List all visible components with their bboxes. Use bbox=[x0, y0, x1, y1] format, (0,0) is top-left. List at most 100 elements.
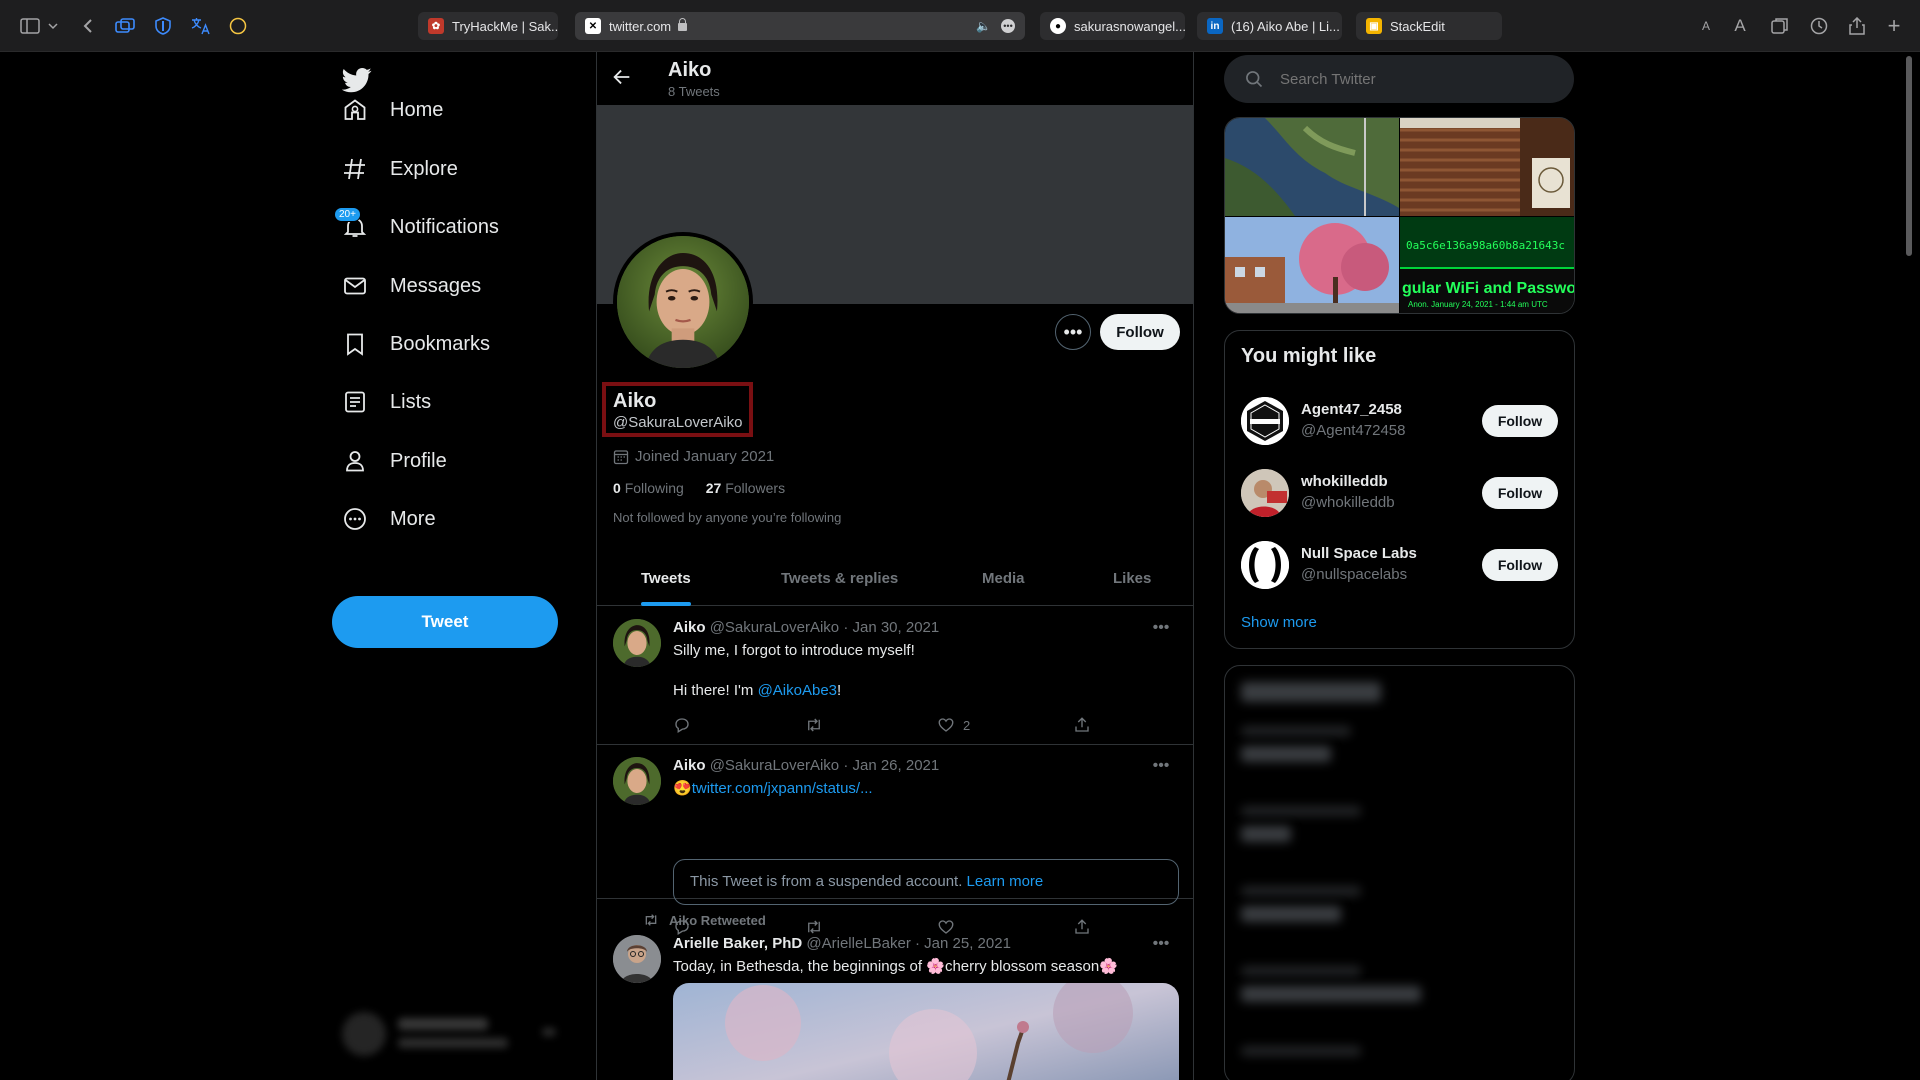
search-input[interactable] bbox=[1224, 55, 1574, 103]
suggestion-avatar[interactable] bbox=[1241, 469, 1289, 517]
more-options-icon[interactable]: ••• bbox=[1001, 19, 1015, 33]
tweet-date[interactable]: · Jan 26, 2021 bbox=[843, 757, 939, 774]
tweet-item[interactable]: Aiko @SakuraLoverAiko · Jan 30, 2021 •••… bbox=[597, 607, 1193, 745]
suggestion-name[interactable]: Null Space Labs bbox=[1301, 545, 1417, 562]
followers-count: 27 bbox=[705, 480, 722, 496]
media-photo-grid[interactable]: 0a5c6e136a98a60b8a21643c gular WiFi and … bbox=[1224, 117, 1575, 314]
tweet-avatar[interactable] bbox=[613, 757, 661, 805]
profile-avatar[interactable] bbox=[613, 232, 753, 372]
address-bar-url: twitter.com bbox=[609, 18, 672, 34]
tweet-item[interactable]: Aiko @SakuraLoverAiko · Jan 26, 2021 •••… bbox=[597, 745, 1193, 935]
tab-likes[interactable]: Likes bbox=[1113, 554, 1151, 606]
heart-icon bbox=[938, 718, 954, 732]
tweet-date[interactable]: · Jan 25, 2021 bbox=[915, 935, 1011, 952]
tab-title: (16) Aiko Abe | Li... bbox=[1231, 18, 1340, 34]
tab-media[interactable]: Media bbox=[982, 554, 1025, 606]
nav-messages[interactable]: Messages bbox=[342, 262, 481, 310]
tweet-text-part: Today, in Bethesda, the beginnings of bbox=[673, 958, 927, 975]
text-larger-button[interactable]: A bbox=[1728, 14, 1752, 38]
suggestion-row[interactable]: whokilleddb @whokilleddb Follow bbox=[1225, 457, 1574, 529]
reply-button[interactable] bbox=[673, 715, 699, 735]
learn-more-link[interactable]: Learn more bbox=[967, 873, 1044, 890]
wifi-password-photo[interactable]: 0a5c6e136a98a60b8a21643c gular WiFi and … bbox=[1400, 217, 1574, 313]
profile-more-button[interactable]: ••• bbox=[1055, 314, 1091, 350]
tweet-more-icon[interactable]: ••• bbox=[1149, 757, 1173, 777]
show-more-link[interactable]: Show more bbox=[1241, 614, 1317, 631]
suggestion-row[interactable]: Agent47_2458 @Agent472458 Follow bbox=[1225, 385, 1574, 457]
browser-tab-github[interactable]: ● sakurasnowangel... bbox=[1040, 12, 1185, 40]
tweet-author-handle: @SakuraLoverAiko bbox=[709, 619, 840, 636]
nav-bookmarks[interactable]: Bookmarks bbox=[342, 320, 490, 368]
follow-button[interactable]: Follow bbox=[1482, 477, 1558, 509]
shield-icon[interactable] bbox=[151, 14, 175, 38]
tab-group-icon[interactable] bbox=[113, 14, 137, 38]
follow-button[interactable]: Follow bbox=[1482, 405, 1558, 437]
tweet-avatar[interactable] bbox=[613, 935, 661, 983]
browser-tab-twitter[interactable]: ✕ twitter.com 🔈 ••• bbox=[575, 12, 1025, 40]
dark-mode-icon[interactable] bbox=[226, 14, 250, 38]
tryhackme-favicon-icon: ✿ bbox=[428, 18, 444, 34]
suggestion-avatar[interactable] bbox=[1241, 397, 1289, 445]
tab-tweets-replies[interactable]: Tweets & replies bbox=[781, 554, 898, 606]
lounge-sign-photo[interactable] bbox=[1400, 118, 1574, 216]
tweet-item[interactable]: Aiko Retweeted Arielle Baker, PhD @Ariel… bbox=[597, 899, 1193, 1080]
tweet-media-photo[interactable] bbox=[673, 983, 1179, 1080]
suggestion-name[interactable]: whokilleddb bbox=[1301, 473, 1388, 490]
tweet-more-icon[interactable]: ••• bbox=[1149, 619, 1173, 639]
tweet-author-name[interactable]: Arielle Baker, PhD bbox=[673, 935, 802, 952]
nav-home[interactable]: Home bbox=[342, 86, 443, 134]
profile-follow-button[interactable]: Follow bbox=[1100, 314, 1180, 350]
tweet-date[interactable]: · Jan 30, 2021 bbox=[843, 619, 939, 636]
tweet-author-name[interactable]: Aiko bbox=[673, 757, 706, 774]
suggestion-avatar[interactable] bbox=[1241, 541, 1289, 589]
cherry-blossom-emoji: 🌸 bbox=[1099, 958, 1118, 975]
tab-overview-icon[interactable] bbox=[1768, 14, 1792, 38]
followers-link[interactable]: 27 Followers bbox=[706, 480, 785, 496]
cherry-tree-photo[interactable] bbox=[1225, 217, 1399, 313]
back-arrow-icon[interactable] bbox=[611, 66, 635, 90]
follow-button[interactable]: Follow bbox=[1482, 549, 1558, 581]
browser-tab-stackedit[interactable]: ▣ StackEdit bbox=[1356, 12, 1502, 40]
photo-hash-text: 0a5c6e136a98a60b8a21643c bbox=[1406, 239, 1565, 252]
heart-eyes-emoji: 😍 bbox=[673, 780, 692, 797]
speaker-icon[interactable]: 🔈 bbox=[976, 19, 991, 33]
nav-notifications[interactable]: 20+ Notifications bbox=[334, 203, 499, 251]
tweet-url-link[interactable]: twitter.com/jxpann/status/... bbox=[692, 780, 873, 797]
new-tab-icon[interactable]: + bbox=[1882, 13, 1906, 38]
following-link[interactable]: 0 Following bbox=[613, 480, 684, 496]
account-switcher-blurred[interactable] bbox=[342, 1008, 562, 1060]
history-icon[interactable] bbox=[1807, 14, 1831, 38]
browser-tab-linkedin[interactable]: in (16) Aiko Abe | Li... bbox=[1197, 12, 1342, 40]
stackedit-favicon-icon: ▣ bbox=[1366, 18, 1382, 34]
tweet-actions: 2 bbox=[673, 715, 1173, 735]
retweeted-by-text[interactable]: Aiko Retweeted bbox=[669, 913, 766, 928]
suggestion-row[interactable]: Null Space Labs @nullspacelabs Follow bbox=[1225, 529, 1574, 601]
tweet-avatar[interactable] bbox=[613, 619, 661, 667]
like-button[interactable]: 2 bbox=[937, 715, 970, 735]
page-scrollbar[interactable] bbox=[1906, 56, 1912, 256]
follow-stats: 0 Following 27 Followers bbox=[613, 480, 785, 496]
suggestion-name[interactable]: Agent47_2458 bbox=[1301, 401, 1402, 418]
github-favicon-icon: ● bbox=[1050, 18, 1066, 34]
tweet-author-name[interactable]: Aiko bbox=[673, 619, 706, 636]
followers-label: Followers bbox=[725, 480, 786, 496]
back-icon[interactable] bbox=[76, 14, 100, 38]
tweet-button[interactable]: Tweet bbox=[332, 596, 558, 648]
tab-tweets[interactable]: Tweets bbox=[641, 554, 691, 606]
nav-profile[interactable]: Profile bbox=[342, 437, 447, 485]
tweet-more-icon[interactable]: ••• bbox=[1149, 935, 1173, 955]
nav-more[interactable]: More bbox=[342, 495, 436, 543]
text-smaller-button[interactable]: A bbox=[1694, 14, 1718, 38]
nav-lists[interactable]: Lists bbox=[342, 378, 431, 426]
share-icon[interactable] bbox=[1845, 14, 1869, 38]
more-circle-icon bbox=[342, 506, 368, 532]
translate-icon[interactable] bbox=[189, 14, 213, 38]
nav-explore[interactable]: Explore bbox=[342, 145, 458, 193]
sidebar-toggle-icon[interactable] bbox=[18, 14, 42, 38]
mention-link[interactable]: @AikoAbe3 bbox=[758, 682, 837, 699]
browser-tab-tryhackme[interactable]: ✿ TryHackMe | Sak... bbox=[418, 12, 558, 40]
retweet-button[interactable] bbox=[805, 715, 831, 735]
share-button[interactable] bbox=[1073, 715, 1099, 735]
map-photo[interactable] bbox=[1225, 118, 1399, 216]
chevron-down-icon[interactable] bbox=[46, 14, 60, 38]
